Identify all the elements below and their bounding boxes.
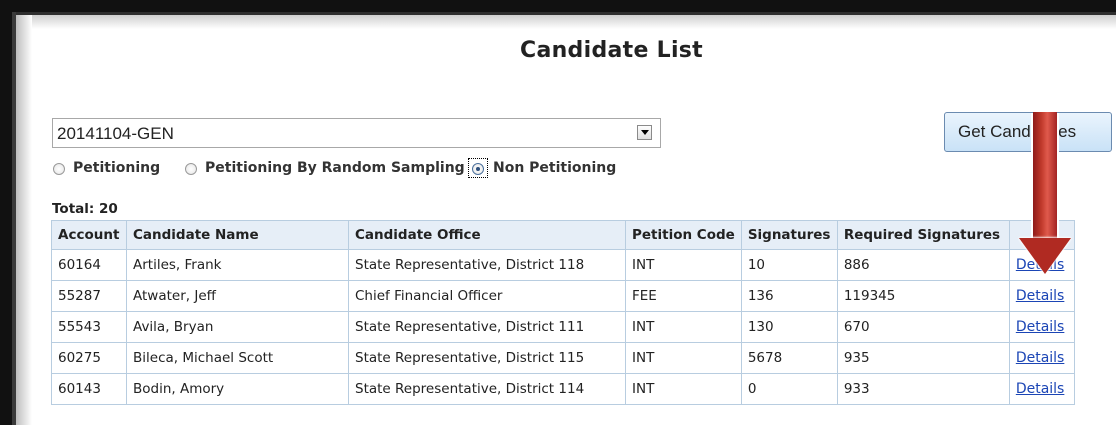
cell-required: 933 [836, 373, 1010, 405]
details-link[interactable]: Details [1016, 319, 1065, 335]
election-select[interactable]: 20141104-GEN [52, 118, 661, 148]
radio-label: Non Petitioning [493, 160, 617, 176]
cell-signatures: 136 [740, 280, 838, 312]
cell-account: 60143 [51, 373, 127, 405]
cell-name: Bileca, Michael Scott [126, 342, 349, 374]
col-account: Account [51, 220, 127, 250]
cell-required: 119345 [836, 280, 1010, 312]
chevron-down-icon[interactable] [637, 125, 652, 140]
frame-shadow-top [16, 15, 1116, 29]
cell-actions: Details [1008, 311, 1075, 343]
radio-button-checked[interactable] [472, 163, 484, 175]
radio-button[interactable] [53, 163, 65, 175]
table-row: 60275 Bileca, Michael Scott State Repres… [51, 342, 1075, 374]
cell-code: INT [625, 342, 742, 374]
election-select-value: 20141104-GEN [57, 124, 174, 143]
radio-button[interactable] [185, 163, 197, 175]
cell-code: FEE [625, 280, 742, 312]
cell-name: Avila, Bryan [126, 311, 349, 343]
cell-account: 60275 [51, 342, 127, 374]
cell-required: 935 [836, 342, 1010, 374]
cell-office: State Representative, District 118 [348, 249, 626, 281]
cell-account: 60164 [51, 249, 127, 281]
radio-label: Petitioning [73, 160, 161, 176]
cell-actions: Details [1008, 373, 1075, 405]
col-candidate-name: Candidate Name [126, 220, 349, 250]
cell-actions: Details [1008, 342, 1075, 374]
col-candidate-office: Candidate Office [348, 220, 626, 250]
col-signatures: Signatures [740, 220, 838, 250]
details-link[interactable]: Details [1016, 381, 1065, 397]
details-link[interactable]: Details [1016, 288, 1065, 304]
cell-office: State Representative, District 114 [348, 373, 626, 405]
arrow-down-icon [1019, 238, 1071, 274]
table-header-row: Account Candidate Name Candidate Office … [51, 220, 1075, 250]
cell-required: 886 [836, 249, 1010, 281]
annotation-arrow-shaft [1033, 112, 1057, 250]
cell-code: INT [625, 249, 742, 281]
cell-name: Artiles, Frank [126, 249, 349, 281]
cell-account: 55543 [51, 311, 127, 343]
cell-required: 670 [836, 311, 1010, 343]
cell-name: Bodin, Amory [126, 373, 349, 405]
col-petition-code: Petition Code [625, 220, 742, 250]
table-row: 55543 Avila, Bryan State Representative,… [51, 311, 1075, 343]
frame-shadow-left [16, 15, 32, 425]
cell-signatures: 130 [740, 311, 838, 343]
cell-signatures: 0 [740, 373, 838, 405]
table-row: 60143 Bodin, Amory State Representative,… [51, 373, 1075, 405]
radio-label: Petitioning By Random Sampling [205, 160, 465, 176]
cell-office: Chief Financial Officer [348, 280, 626, 312]
candidates-table: Account Candidate Name Candidate Office … [51, 220, 1075, 405]
cell-code: INT [625, 373, 742, 405]
cell-office: State Representative, District 111 [348, 311, 626, 343]
cell-account: 55287 [51, 280, 127, 312]
cell-actions: Details [1008, 280, 1075, 312]
table-row: 60164 Artiles, Frank State Representativ… [51, 249, 1075, 281]
total-count: Total: 20 [52, 201, 118, 217]
window-frame-top [0, 0, 1116, 12]
window-frame-left [0, 0, 12, 425]
cell-signatures: 10 [740, 249, 838, 281]
table-row: 55287 Atwater, Jeff Chief Financial Offi… [51, 280, 1075, 312]
cell-office: State Representative, District 115 [348, 342, 626, 374]
cell-signatures: 5678 [740, 342, 838, 374]
details-link[interactable]: Details [1016, 350, 1065, 366]
get-candidates-button[interactable]: Get Candidates [944, 112, 1112, 152]
cell-code: INT [625, 311, 742, 343]
cell-name: Atwater, Jeff [126, 280, 349, 312]
page-title: Candidate List [520, 38, 704, 63]
col-required-signatures: Required Signatures [836, 220, 1010, 250]
